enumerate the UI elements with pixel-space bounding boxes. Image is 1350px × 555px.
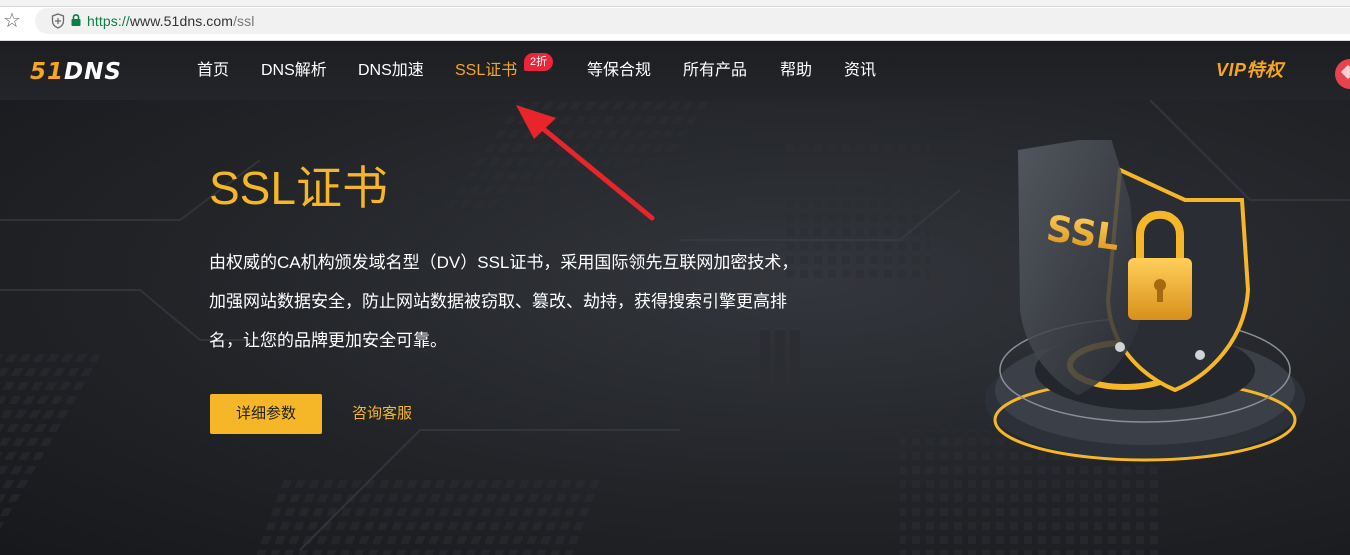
nav-dns-resolve[interactable]: DNS解析 [261, 61, 327, 81]
nav-news[interactable]: 资讯 [844, 61, 876, 81]
ssl-shield-illustration: SSL [985, 140, 1305, 462]
bookmark-star-icon[interactable]: ☆ [1, 10, 23, 32]
browser-toolbar: ☆ https://www.51dns.com/ssl [0, 0, 1350, 41]
tab-strip [0, 0, 1350, 7]
url-host: www.51dns.com [129, 13, 234, 29]
nav-ssl-certificate[interactable]: SSL证书 [455, 61, 517, 81]
nav-help[interactable]: 帮助 [780, 61, 812, 81]
nav-home[interactable]: 首页 [197, 61, 229, 81]
logo-number: 51 [30, 59, 65, 85]
hero-title: SSL证书 [209, 162, 388, 214]
site-logo[interactable]: 51DNS [30, 60, 122, 84]
hero-description: 由权威的CA机构颁发域名型（DV）SSL证书，采用国际领先互联网加密技术，加强网… [209, 253, 799, 350]
discount-badge: 2折 [524, 53, 554, 71]
nav-all-products[interactable]: 所有产品 [683, 61, 747, 81]
consult-service-link[interactable]: 咨询客服 [352, 404, 412, 424]
nav-compliance[interactable]: 等保合规 [587, 61, 651, 81]
nav-dns-accelerate[interactable]: DNS加速 [358, 61, 424, 81]
hero-banner: SSL证书 由权威的CA机构颁发域名型（DV）SSL证书，采用国际领先互联网加密… [0, 100, 1350, 555]
detail-params-button[interactable]: 详细参数 [210, 394, 322, 434]
shield-icon[interactable] [51, 13, 65, 29]
lock-icon [71, 14, 81, 26]
address-bar[interactable]: https://www.51dns.com/ssl [35, 8, 1350, 34]
vip-link[interactable]: VIP特权 [1216, 59, 1284, 81]
logo-text: DNS [64, 59, 122, 85]
url-text[interactable]: https://www.51dns.com/ssl [87, 12, 254, 30]
url-path: /ssl [233, 13, 255, 29]
url-scheme: https:// [87, 13, 130, 29]
